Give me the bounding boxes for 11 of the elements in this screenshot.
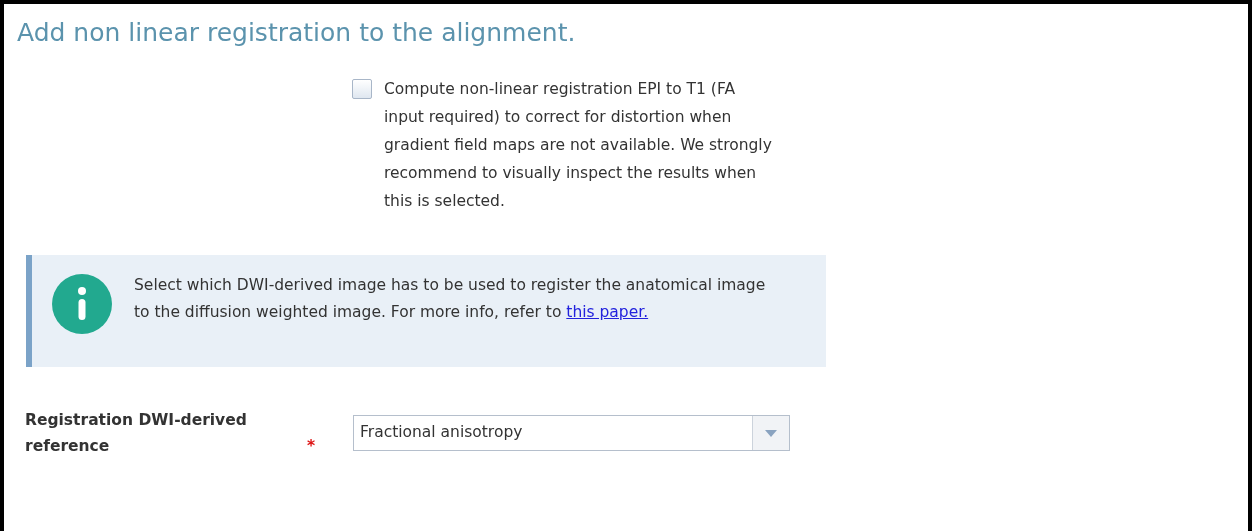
info-text: Select which DWI-derived image has to be used to register the anatomical image to the diffusion weighted image. For more info, refer to this paper. — [134, 275, 767, 323]
dropdown-value: Fractional anisotropy — [359, 422, 524, 443]
paper-link[interactable]: this paper. — [566, 303, 649, 321]
checkbox-label: Compute non-linear registration EPI to T1 (FA input required) to correct for distortion when gradient field maps are not available. We strongly recommend to visually inspect the results when this is selected. — [384, 79, 772, 212]
caret-icon — [765, 429, 777, 437]
required-mark: * — [306, 436, 315, 457]
checkbox[interactable] — [352, 79, 372, 99]
reference-dropdown[interactable]: Fractional anisotropy — [353, 415, 790, 451]
section-title: Add non linear registration to the alignment. — [17, 18, 577, 47]
field-label: Registration DWI-derived reference — [25, 410, 248, 457]
info-icon — [52, 274, 112, 334]
